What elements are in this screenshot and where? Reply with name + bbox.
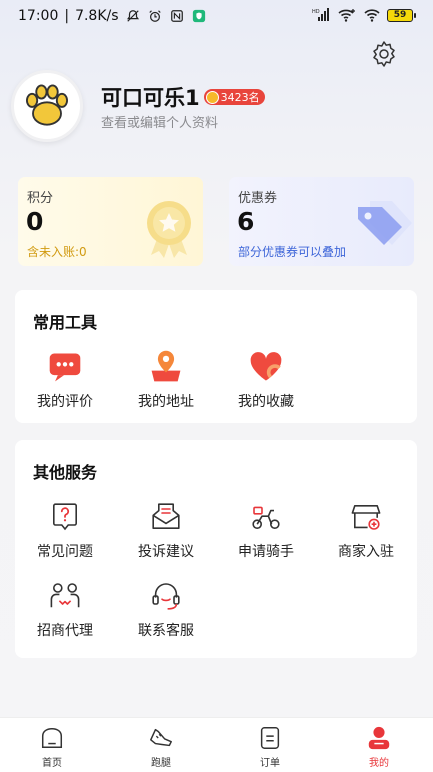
avatar[interactable] xyxy=(11,70,83,142)
points-medal-icon xyxy=(147,201,191,258)
wifi-icon xyxy=(364,9,380,22)
other-services-panel: 其他服务 常见问题 投诉建议 申请骑手 商家入驻 招商代理 联系客服 xyxy=(15,440,417,658)
signal-icon: HD xyxy=(312,8,329,21)
nfc-icon xyxy=(170,10,183,22)
shield-app-icon xyxy=(192,9,205,23)
service-contact-support[interactable]: 联系客服 xyxy=(126,576,206,640)
tab-orders[interactable]: 订单 xyxy=(240,724,300,769)
coupon-note: 部分优惠券可以叠加 xyxy=(238,245,347,259)
tool-my-favorites[interactable]: 我的收藏 xyxy=(226,347,306,411)
rank-badge: 3423名 xyxy=(203,89,265,105)
coupon-tag-icon xyxy=(358,201,412,245)
coupon-card[interactable]: 优惠券 6 部分优惠券可以叠加 xyxy=(229,177,414,266)
review-icon xyxy=(49,353,81,382)
points-card[interactable]: 积分 0 含未入账:0 xyxy=(18,177,203,266)
tool-label: 我的收藏 xyxy=(238,394,294,410)
orders-icon xyxy=(260,727,280,749)
address-icon xyxy=(151,350,181,382)
tools-title: 常用工具 xyxy=(33,313,98,332)
alarm-icon xyxy=(148,10,161,22)
complaint-icon xyxy=(152,503,180,529)
service-faq[interactable]: 常见问题 xyxy=(25,497,105,561)
bottom-tab-bar: 首页 跑腿 订单 我的 xyxy=(0,717,433,772)
coupon-label: 优惠券 xyxy=(238,191,278,206)
service-label: 投诉建议 xyxy=(138,544,194,560)
common-tools-panel: 常用工具 我的评价 我的地址 我的收藏 xyxy=(15,290,417,423)
service-label: 申请骑手 xyxy=(238,544,294,560)
services-title: 其他服务 xyxy=(33,463,98,482)
medal-icon xyxy=(205,90,219,104)
tab-label: 首页 xyxy=(42,758,62,769)
username: 可口可乐1 xyxy=(101,86,200,110)
profile-icon xyxy=(368,726,390,750)
svg-text:HD: HD xyxy=(312,9,320,15)
service-apply-rider[interactable]: 申请骑手 xyxy=(226,497,306,561)
tab-errand[interactable]: 跑腿 xyxy=(131,724,191,769)
settings-gear-icon[interactable] xyxy=(369,39,399,69)
service-complaint[interactable]: 投诉建议 xyxy=(126,497,206,561)
favorite-icon xyxy=(250,352,282,381)
service-agent[interactable]: 招商代理 xyxy=(25,576,105,640)
points-label: 积分 xyxy=(27,191,54,206)
tab-label: 跑腿 xyxy=(151,758,171,769)
service-label: 商家入驻 xyxy=(338,544,394,560)
tool-my-reviews[interactable]: 我的评价 xyxy=(25,347,105,411)
service-label: 常见问题 xyxy=(37,544,93,560)
tool-label: 我的地址 xyxy=(138,394,194,410)
points-note: 含未入账:0 xyxy=(27,245,87,259)
agent-icon xyxy=(50,583,80,608)
status-network-speed: 7.8K/s xyxy=(75,8,119,24)
merchant-icon xyxy=(351,505,381,530)
coupon-value: 6 xyxy=(237,207,255,236)
mute-bell-icon xyxy=(126,10,139,22)
tool-label: 我的评价 xyxy=(37,394,93,410)
status-bar: 17:00 | 7.8K/s HD 59 xyxy=(0,0,433,34)
edit-profile-link[interactable]: 查看或编辑个人资料 xyxy=(101,112,218,131)
rider-icon xyxy=(252,506,280,529)
username-row[interactable]: 可口可乐1 3423名 xyxy=(101,82,265,112)
points-value: 0 xyxy=(26,207,44,236)
tab-label: 我的 xyxy=(369,758,389,769)
rank-text: 3423名 xyxy=(220,91,260,104)
home-icon xyxy=(41,727,63,749)
battery-indicator: 59 xyxy=(387,8,416,22)
status-divider: | xyxy=(64,8,70,24)
errand-icon xyxy=(150,728,172,747)
paw-icon xyxy=(25,84,68,126)
status-time: 17:00 xyxy=(18,8,59,24)
service-label: 联系客服 xyxy=(138,623,194,639)
tab-profile[interactable]: 我的 xyxy=(349,724,409,769)
tab-home[interactable]: 首页 xyxy=(22,724,82,769)
service-merchant-join[interactable]: 商家入驻 xyxy=(326,497,406,561)
tool-my-address[interactable]: 我的地址 xyxy=(126,347,206,411)
faq-icon xyxy=(53,503,77,531)
support-icon xyxy=(152,583,180,610)
tab-label: 订单 xyxy=(260,758,280,769)
service-label: 招商代理 xyxy=(37,623,93,639)
wifi-plus-icon xyxy=(338,9,355,22)
